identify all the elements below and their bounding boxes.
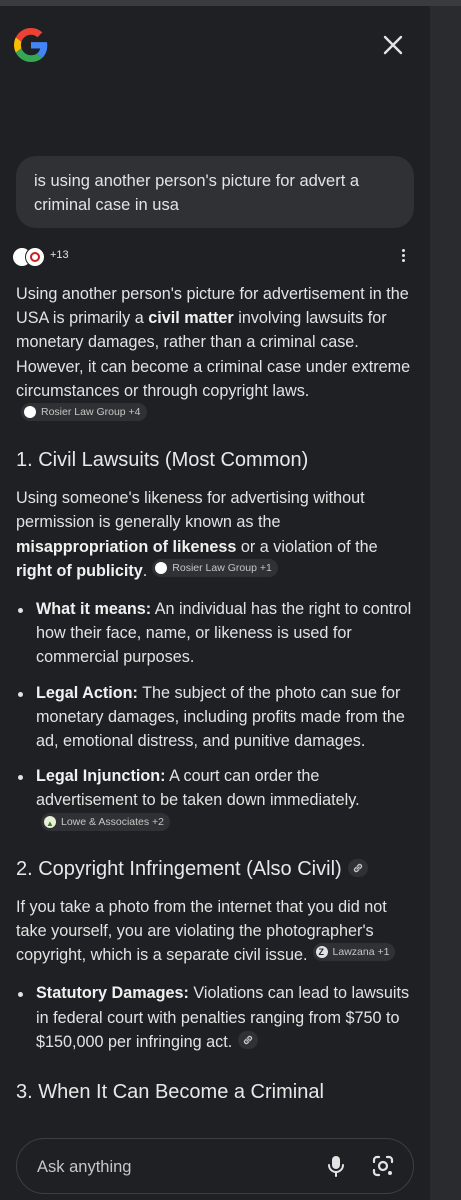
list-item: What it means: An individual has the rig… [16,597,416,670]
para-text: . [142,561,148,580]
google-lens-icon[interactable] [371,1154,395,1178]
citation-label: Rosier Law Group +1 [172,561,272,574]
page-edge [430,6,461,1200]
list-item-title: Statutory Damages: [36,984,189,1003]
ask-bar [16,1138,414,1194]
intro-paragraph: Using another person's picture for adver… [16,282,416,427]
close-icon[interactable] [380,32,406,58]
source-count[interactable]: +13 [50,249,69,261]
link-icon[interactable] [238,1030,259,1049]
list-item-title: Legal Injunction: [36,767,166,786]
citation-label: Lowe & Associates +2 [61,815,165,828]
section1-paragraph: Using someone's likeness for advertising… [16,486,416,583]
citation-chip[interactable]: Lawzana +1 [312,943,396,962]
user-query-bubble: is using another person's picture for ad… [16,156,414,228]
list-item-title: Legal Action: [36,683,138,702]
more-vert-icon[interactable] [398,247,408,265]
answer-body: Using another person's picture for adver… [16,282,416,1106]
citation-chip[interactable]: Rosier Law Group +1 [152,558,278,577]
section-heading: 1. Civil Lawsuits (Most Common) [16,449,309,472]
para-bold: right of publicity [16,561,143,580]
source-favicon-icon [24,406,36,419]
section-heading: 2. Copyright Infringement (Also Civil) [16,855,416,883]
list-item-title: What it means: [36,600,152,619]
citation-label: Lawzana +1 [332,946,390,959]
citation-chip[interactable]: Lowe & Associates +2 [41,812,171,833]
ask-input[interactable] [35,1153,319,1181]
link-icon[interactable] [347,858,368,877]
para-text: or a violation of the [236,537,378,556]
section-heading-text: 2. Copyright Infringement (Also Civil) [16,857,342,880]
citation-label: Rosier Law Group +4 [41,406,141,419]
microphone-icon[interactable] [325,1154,347,1178]
user-query-text: is using another person's picture for ad… [34,172,360,214]
source-favicon-icon [315,943,328,961]
source-favicon-icon [155,561,168,574]
section-heading: 3. When It Can Become a Criminal [16,1081,324,1104]
section2-paragraph: If you take a photo from the internet th… [16,895,416,968]
para-bold: misappropriation of likeness [16,537,237,556]
source-favicon-icon [44,815,56,833]
para-text: Using someone's likeness for advertising… [16,489,365,532]
source-favicons[interactable] [12,246,48,267]
ai-mode-panel: is using another person's picture for ad… [0,6,430,1200]
list-item: Statutory Damages: Violations can lead t… [16,981,416,1054]
list-item: Legal Injunction: A court can order the … [16,764,416,837]
intro-bold: civil matter [148,309,234,328]
citation-chip[interactable]: Rosier Law Group +4 [21,403,147,422]
section1-list: What it means: An individual has the rig… [16,597,416,837]
list-item: Legal Action: The subject of the photo c… [16,681,416,754]
section2-list: Statutory Damages: Violations can lead t… [16,981,416,1054]
source-favicon-icon [25,247,45,267]
google-g-icon[interactable] [14,28,48,62]
sources-row: +13 [12,246,422,267]
